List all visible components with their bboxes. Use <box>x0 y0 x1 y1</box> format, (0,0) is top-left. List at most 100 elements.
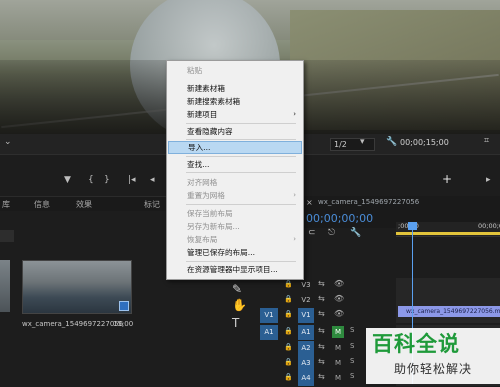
solo-button[interactable]: S <box>350 326 354 334</box>
menu-item-label: 重置为网格 <box>187 191 225 200</box>
sync-icon[interactable]: ⇆ <box>318 294 325 303</box>
type-tool-icon[interactable]: T <box>232 316 239 330</box>
timeline-timecode[interactable]: 00;00;00;00 <box>306 212 373 225</box>
add-button-icon[interactable]: + <box>442 172 452 186</box>
eye-icon[interactable]: 👁 <box>334 309 344 318</box>
menu-item-import[interactable]: 导入... <box>168 141 302 154</box>
go-to-in-icon[interactable]: |◂ <box>128 175 136 185</box>
timeline-header: × wx_camera_1549697227056 <box>300 196 500 210</box>
tab-library[interactable]: 库 <box>2 199 10 210</box>
lock-icon[interactable]: 🔒 <box>284 310 293 318</box>
video-track-v3: 🔒 V3 ⇆ 👁 <box>260 278 500 294</box>
sync-icon[interactable]: ⇆ <box>318 326 325 335</box>
clip-name: wx_camera_1549697227056 <box>22 320 124 328</box>
lock-icon[interactable]: 🔒 <box>284 373 293 381</box>
marker-icon[interactable]: ▼ <box>64 175 71 185</box>
menu-item-find[interactable]: 查找... <box>168 158 302 171</box>
eye-icon[interactable]: 👁 <box>334 294 344 303</box>
mute-button[interactable]: M <box>332 357 344 369</box>
project-search-field[interactable] <box>0 230 14 242</box>
menu-item-restore-layout[interactable]: 恢复布局 › <box>168 233 302 246</box>
lock-icon[interactable]: 🔒 <box>284 343 293 351</box>
sync-icon[interactable]: ⇆ <box>318 357 325 366</box>
track-name[interactable]: V2 <box>298 293 314 308</box>
mute-button[interactable]: M <box>332 342 344 354</box>
tab-info[interactable]: 信息 <box>34 199 50 210</box>
menu-item-label: 查看隐藏内容 <box>187 127 233 136</box>
sequence-name[interactable]: wx_camera_1549697227056 <box>318 198 419 206</box>
lock-icon[interactable]: 🔒 <box>284 280 293 288</box>
menu-item-new-item[interactable]: 新建项目 › <box>168 108 302 121</box>
chevron-down-icon[interactable]: ⌄ <box>4 137 12 147</box>
lock-icon[interactable]: 🔒 <box>284 358 293 366</box>
menu-item-new-search-bin[interactable]: 新建搜索素材箱 <box>168 95 302 108</box>
watermark: 百科全说 助你轻松解决 <box>366 328 500 384</box>
sync-icon[interactable]: ⇆ <box>318 342 325 351</box>
source-patch[interactable] <box>260 341 278 356</box>
project-clip-thumbnail[interactable] <box>22 260 132 314</box>
menu-item-label: 查找... <box>187 160 210 169</box>
source-patch[interactable] <box>260 278 278 293</box>
dropdown-arrow-icon[interactable]: ▾ <box>360 137 365 147</box>
track-name[interactable]: V3 <box>298 278 314 293</box>
menu-item-view-hidden[interactable]: 查看隐藏内容 <box>168 125 302 138</box>
menu-item-label: 导入... <box>188 143 211 152</box>
mark-in-icon[interactable]: { <box>88 175 94 185</box>
mute-button[interactable]: M <box>332 326 344 338</box>
menu-item-label: 恢复布局 <box>187 235 218 244</box>
close-icon[interactable]: × <box>306 198 313 207</box>
timeline-icon[interactable]: ⌗ <box>484 136 489 146</box>
wrench-icon[interactable]: 🔧 <box>386 137 397 147</box>
step-back-icon[interactable]: ◂ <box>150 175 155 185</box>
solo-button[interactable]: S <box>350 357 354 365</box>
menu-item-new-bin[interactable]: 新建素材箱 <box>168 82 302 95</box>
source-patch[interactable] <box>260 293 278 308</box>
lock-icon[interactable]: 🔒 <box>284 295 293 303</box>
mute-button[interactable]: M <box>332 372 344 384</box>
track-name[interactable]: A1 <box>298 325 314 340</box>
settings-wrench-icon[interactable]: 🔧 <box>350 228 361 238</box>
pen-tool-icon[interactable]: ✎ <box>232 282 242 296</box>
submenu-arrow-icon: › <box>293 110 296 118</box>
menu-item-save-layout[interactable]: 保存当前布局 <box>168 207 302 220</box>
sync-icon[interactable]: ⇆ <box>318 279 325 288</box>
sync-icon[interactable]: ⇆ <box>318 372 325 381</box>
menu-item-label: 另存为新布局... <box>187 222 240 231</box>
menu-item-manage-layouts[interactable]: 管理已保存的布局... <box>168 246 302 259</box>
menu-item-paste[interactable]: 粘贴 <box>168 64 302 77</box>
project-clip-thumbnail[interactable] <box>0 260 10 312</box>
source-patch[interactable] <box>260 356 278 371</box>
solo-button[interactable]: S <box>350 372 354 380</box>
solo-button[interactable]: S <box>350 342 354 350</box>
track-name[interactable]: V1 <box>298 308 314 323</box>
timeline-video-clip[interactable]: wx_camera_1549697227056.mp4 <box>398 306 500 317</box>
tab-effects[interactable]: 效果 <box>76 199 92 210</box>
clip-badge-icon <box>119 301 129 311</box>
menu-item-align-grid[interactable]: 对齐网格 <box>168 176 302 189</box>
menu-separator <box>186 204 296 205</box>
menu-item-save-new-layout[interactable]: 另存为新布局... <box>168 220 302 233</box>
track-name[interactable]: A2 <box>298 341 314 356</box>
menu-item-label: 新建素材箱 <box>187 84 225 93</box>
source-patch[interactable]: A1 <box>260 325 278 340</box>
source-patch[interactable]: V1 <box>260 308 278 323</box>
snap-icon[interactable]: ⊂ <box>308 228 316 238</box>
panel-tabs: 库 信息 效果 标记 <box>0 196 170 211</box>
menu-item-reset-grid[interactable]: 重置为网格 › <box>168 189 302 202</box>
step-forward-icon[interactable]: ▸ <box>486 175 491 185</box>
sync-icon[interactable]: ⇆ <box>318 309 325 318</box>
tools-panel: ✎ ✋ T <box>226 282 252 342</box>
resolution-select[interactable]: 1/2 <box>330 138 375 151</box>
ruler-end-label: 00;00;04;29 <box>478 222 500 230</box>
mark-out-icon[interactable]: } <box>104 175 110 185</box>
track-name[interactable]: A3 <box>298 356 314 371</box>
tab-markers[interactable]: 标记 <box>144 199 160 210</box>
linked-selection-icon[interactable]: ⎋ <box>328 228 335 238</box>
lock-icon[interactable]: 🔒 <box>284 327 293 335</box>
eye-icon[interactable]: 👁 <box>334 279 344 288</box>
hand-tool-icon[interactable]: ✋ <box>232 298 247 312</box>
playhead-handle[interactable] <box>408 222 417 230</box>
menu-item-label: 粘贴 <box>187 66 203 75</box>
menu-item-label: 新建搜索素材箱 <box>187 97 241 106</box>
menu-item-reveal-in-explorer[interactable]: 在资源管理器中显示项目... <box>168 263 302 276</box>
